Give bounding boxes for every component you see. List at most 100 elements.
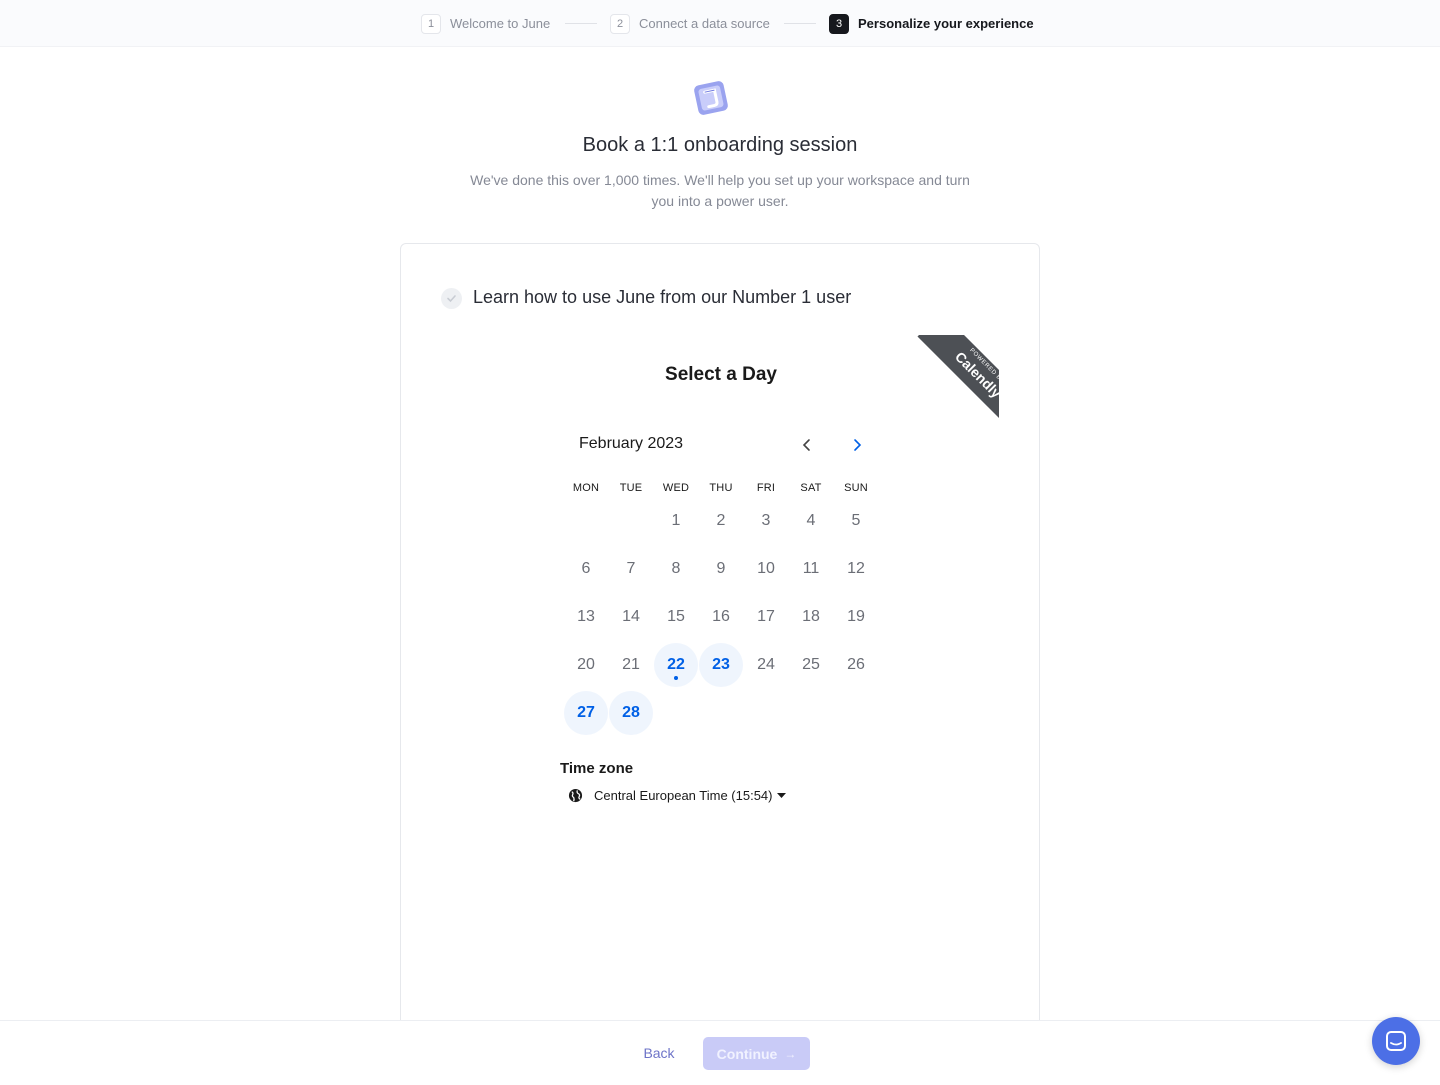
weekday-label: FRI xyxy=(756,482,776,494)
next-month-button[interactable] xyxy=(842,430,872,460)
weekday-label: SAT xyxy=(800,482,822,494)
day-number: 6 xyxy=(581,560,591,577)
footer-bar: Back Continue → xyxy=(0,1020,1440,1085)
day-number: 22 xyxy=(667,656,685,673)
day-number: 25 xyxy=(802,656,820,673)
calendar-day: 3 xyxy=(744,499,788,543)
june-logo xyxy=(692,79,730,117)
day-number: 2 xyxy=(716,512,726,529)
check-circle-icon xyxy=(441,288,462,309)
day-number: 7 xyxy=(626,560,636,577)
day-number: 18 xyxy=(802,608,820,625)
step-connect-data-source[interactable]: 2 Connect a data source xyxy=(610,13,770,34)
day-number: 5 xyxy=(851,512,861,529)
step-number: 3 xyxy=(829,13,849,34)
calendar-day: 20 xyxy=(564,643,608,687)
calendar-day: 2 xyxy=(699,499,743,543)
page-title: Book a 1:1 onboarding session xyxy=(582,134,858,156)
timezone-value: Central European Time (15:54) xyxy=(594,788,773,803)
calendar-day-available[interactable]: 28 xyxy=(609,691,653,735)
day-number: 23 xyxy=(712,656,730,673)
calendar-day: 24 xyxy=(744,643,788,687)
calendar-day: 16 xyxy=(699,595,743,639)
day-number: 4 xyxy=(806,512,816,529)
calendar-day: 13 xyxy=(564,595,608,639)
calendar-day-available[interactable]: 27 xyxy=(564,691,608,735)
caret-down-icon xyxy=(777,792,787,798)
calendar-day-available[interactable]: 23 xyxy=(699,643,743,687)
day-number: 28 xyxy=(622,704,640,721)
weekday-label: WED xyxy=(662,482,690,494)
step-label: Connect a data source xyxy=(639,16,770,31)
calendar-day: 11 xyxy=(789,547,833,591)
calendar-day: 1 xyxy=(654,499,698,543)
day-number: 9 xyxy=(716,560,726,577)
day-number: 20 xyxy=(577,656,595,673)
calendar-day: 15 xyxy=(654,595,698,639)
previous-month-button[interactable] xyxy=(792,430,822,460)
globe-icon xyxy=(568,788,583,803)
calendar-day-available[interactable]: 22 xyxy=(654,643,698,687)
step-personalize[interactable]: 3 Personalize your experience xyxy=(829,13,1034,34)
day-number: 14 xyxy=(622,608,640,625)
day-number: 11 xyxy=(802,560,820,577)
day-number: 13 xyxy=(577,608,595,625)
timezone-label: Time zone xyxy=(560,760,634,777)
calendar-day: 8 xyxy=(654,547,698,591)
continue-label: Continue xyxy=(716,1045,778,1062)
day-number: 8 xyxy=(671,560,681,577)
step-divider xyxy=(565,23,597,24)
calendar-day: 14 xyxy=(609,595,653,639)
calendar-day: 12 xyxy=(834,547,878,591)
step-divider xyxy=(784,23,816,24)
calendar-day: 5 xyxy=(834,499,878,543)
scheduling-card: Learn how to use June from our Number 1 … xyxy=(400,243,1040,1043)
chevron-left-icon xyxy=(802,439,810,451)
day-number: 1 xyxy=(671,512,681,529)
calendar-day: 9 xyxy=(699,547,743,591)
step-label: Welcome to June xyxy=(450,16,551,31)
calendar-month: February 2023 xyxy=(579,435,684,452)
weekday-label: TUE xyxy=(619,482,643,494)
calendar-day: 10 xyxy=(744,547,788,591)
calendar-day: 18 xyxy=(789,595,833,639)
day-number: 15 xyxy=(667,608,685,625)
step-label: Personalize your experience xyxy=(858,16,1034,31)
arrow-right-icon: → xyxy=(784,1046,797,1061)
timezone-select[interactable]: Central European Time (15:54) xyxy=(568,788,787,803)
step-number: 2 xyxy=(610,13,630,34)
onboarding-stepper: 1 Welcome to June 2 Connect a data sourc… xyxy=(0,0,1440,47)
weekday-label: THU xyxy=(709,482,733,494)
step-number: 1 xyxy=(421,13,441,34)
back-button[interactable]: Back xyxy=(630,1037,688,1069)
calendar-day: 17 xyxy=(744,595,788,639)
day-number: 27 xyxy=(577,704,595,721)
day-number: 17 xyxy=(757,608,775,625)
day-number: 3 xyxy=(761,512,771,529)
step-welcome[interactable]: 1 Welcome to June xyxy=(421,13,550,34)
day-number: 16 xyxy=(712,608,730,625)
calendar-day: 4 xyxy=(789,499,833,543)
chat-launcher-button[interactable] xyxy=(1372,1017,1420,1065)
chat-icon xyxy=(1386,1031,1406,1051)
weekday-label: MON xyxy=(572,482,600,494)
calendar-day: 7 xyxy=(609,547,653,591)
continue-button[interactable]: Continue → xyxy=(703,1037,810,1070)
calendar-day: 6 xyxy=(564,547,608,591)
day-number: 10 xyxy=(757,560,775,577)
calendar-day: 21 xyxy=(609,643,653,687)
calendar-day: 19 xyxy=(834,595,878,639)
calendar-day: 26 xyxy=(834,643,878,687)
weekday-label: SUN xyxy=(844,482,868,494)
select-day-heading: Select a Day xyxy=(665,364,777,385)
day-number: 26 xyxy=(847,656,865,673)
chevron-right-icon xyxy=(854,439,862,451)
day-number: 19 xyxy=(847,608,865,625)
event-title: Learn how to use June from our Number 1 … xyxy=(473,287,852,307)
day-number: 12 xyxy=(847,560,865,577)
calendar-day: 25 xyxy=(789,643,833,687)
day-number: 24 xyxy=(757,656,775,673)
day-number: 21 xyxy=(622,656,640,673)
today-indicator xyxy=(674,676,678,680)
page-subtitle: We've done this over 1,000 times. We'll … xyxy=(470,172,970,209)
